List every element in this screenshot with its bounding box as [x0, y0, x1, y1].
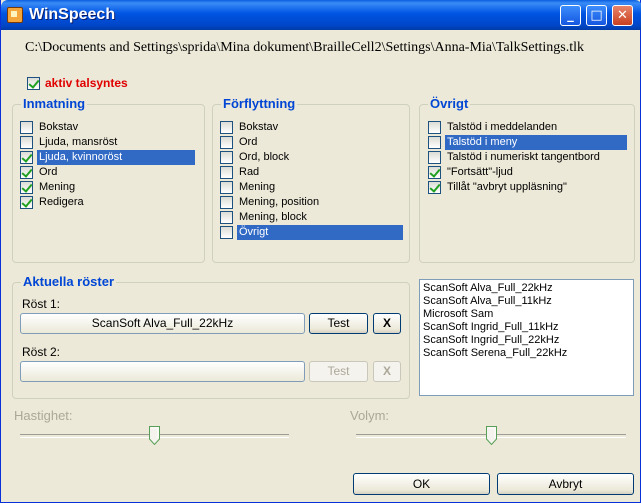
- option-label: Redigera: [39, 196, 84, 208]
- list-item[interactable]: ScanSoft Alva_Full_11kHz: [423, 295, 630, 308]
- checkbox[interactable]: [428, 121, 441, 134]
- forflyttning-mening-block-option[interactable]: Mening, block: [220, 210, 403, 225]
- cancel-button[interactable]: Avbryt: [497, 473, 634, 495]
- list-item[interactable]: ScanSoft Serena_Full_22kHz: [423, 347, 630, 360]
- aktiv-talsyntes-checkbox[interactable]: [27, 76, 40, 90]
- inmatning-ord-option[interactable]: Ord: [20, 165, 195, 180]
- checkbox[interactable]: [220, 211, 233, 224]
- voice1-field[interactable]: ScanSoft Alva_Full_22kHz: [20, 313, 305, 334]
- maximize-button[interactable]: □: [586, 5, 607, 26]
- speed-slider-thumb[interactable]: [149, 426, 160, 445]
- list-item[interactable]: ScanSoft Ingrid_Full_22kHz: [423, 334, 630, 347]
- checkbox[interactable]: [20, 166, 33, 179]
- checkbox[interactable]: [220, 151, 233, 164]
- ovrigt-talstod-meddelanden-option[interactable]: Talstöd i meddelanden: [428, 120, 627, 135]
- checkbox[interactable]: [220, 121, 233, 134]
- option-label: Rad: [239, 166, 260, 178]
- inmatning-redigera-option[interactable]: Redigera: [20, 195, 195, 210]
- checkbox[interactable]: [428, 166, 441, 179]
- checkbox[interactable]: [428, 181, 441, 194]
- option-label: Mening, block: [239, 211, 307, 223]
- ok-button[interactable]: OK: [353, 473, 490, 495]
- voice1-test-button[interactable]: Test: [309, 313, 368, 334]
- aktiv-talsyntes-checkbox-row[interactable]: aktiv talsyntes: [27, 76, 128, 90]
- option-label: Talstöd i meddelanden: [447, 121, 558, 133]
- inmatning-mening-option[interactable]: Mening: [20, 180, 195, 195]
- option-label: Bokstav: [39, 121, 79, 133]
- checkbox[interactable]: [20, 181, 33, 194]
- voice1-remove-button[interactable]: X: [373, 313, 401, 334]
- inmatning-ljuda-kvinnorost-option[interactable]: Ljuda, kvinnoröst: [20, 150, 195, 165]
- forflyttning-ovrigt-option[interactable]: Övrigt: [220, 225, 403, 240]
- option-label: Ord, block: [239, 151, 290, 163]
- inmatning-title: Inmatning: [21, 96, 88, 111]
- list-item[interactable]: Microsoft Sam: [423, 308, 630, 321]
- volume-slider-thumb[interactable]: [485, 426, 497, 445]
- option-label: "Fortsätt"-ljud: [447, 166, 513, 178]
- app-icon: [7, 7, 23, 23]
- ovrigt-avbryt-upplasning-option[interactable]: Tillåt "avbryt uppläsning": [428, 180, 627, 195]
- voices-title: Aktuella röster: [21, 274, 117, 289]
- checkbox[interactable]: [428, 136, 441, 149]
- forflyttning-rad-option[interactable]: Rad: [220, 165, 403, 180]
- checkbox[interactable]: [428, 151, 441, 164]
- option-label: Mening, position: [239, 196, 320, 208]
- speed-label: Hastighet:: [14, 408, 73, 423]
- option-label: Ljuda, kvinnoröst: [37, 150, 195, 165]
- checkbox[interactable]: [220, 196, 233, 209]
- forflyttning-mening-position-option[interactable]: Mening, position: [220, 195, 403, 210]
- option-label: Bokstav: [239, 121, 279, 133]
- voice2-field[interactable]: [20, 361, 305, 382]
- voice2-remove-button[interactable]: X: [373, 361, 401, 382]
- ovrigt-title: Övrigt: [428, 96, 471, 111]
- checkbox[interactable]: [220, 166, 233, 179]
- option-label: Ljuda, mansröst: [39, 136, 118, 148]
- voice2-label: Röst 2:: [22, 345, 61, 359]
- voice-listbox[interactable]: ScanSoft Alva_Full_22kHz ScanSoft Alva_F…: [419, 279, 634, 396]
- forflyttning-ord-block-option[interactable]: Ord, block: [220, 150, 403, 165]
- forflyttning-mening-option[interactable]: Mening: [220, 180, 403, 195]
- inmatning-ljuda-mansrost-option[interactable]: Ljuda, mansröst: [20, 135, 195, 150]
- checkbox[interactable]: [220, 181, 233, 194]
- voice2-test-button[interactable]: Test: [309, 361, 368, 382]
- close-button[interactable]: ✕: [612, 5, 633, 26]
- ovrigt-talstod-numeriskt-option[interactable]: Talstöd i numeriskt tangentbord: [428, 150, 627, 165]
- option-label: Övrigt: [237, 225, 403, 240]
- option-label: Mening: [39, 181, 76, 193]
- ovrigt-fortsatt-ljud-option[interactable]: "Fortsätt"-ljud: [428, 165, 627, 180]
- title-bar[interactable]: WinSpeech _ □ ✕: [1, 0, 641, 30]
- option-label: Ord: [39, 166, 58, 178]
- option-label: Mening: [239, 181, 276, 193]
- volume-label: Volym:: [350, 408, 390, 423]
- window-title: WinSpeech: [29, 6, 116, 23]
- checkbox[interactable]: [220, 136, 233, 149]
- checkbox[interactable]: [20, 121, 33, 134]
- aktiv-talsyntes-label: aktiv talsyntes: [45, 76, 128, 90]
- list-item[interactable]: ScanSoft Alva_Full_22kHz: [423, 282, 630, 295]
- minimize-button[interactable]: _: [560, 5, 581, 26]
- checkbox[interactable]: [20, 151, 33, 164]
- winspeech-window: WinSpeech _ □ ✕ C:\Documents and Setting…: [0, 0, 641, 503]
- option-label: Talstöd i numeriskt tangentbord: [447, 151, 600, 163]
- settings-file-path: C:\Documents and Settings\sprida\Mina do…: [25, 40, 584, 55]
- option-label: Talstöd i meny: [445, 135, 627, 150]
- forflyttning-title: Förflyttning: [221, 96, 298, 111]
- forflyttning-ord-option[interactable]: Ord: [220, 135, 403, 150]
- option-label: Ord: [239, 136, 258, 148]
- list-item[interactable]: ScanSoft Ingrid_Full_11kHz: [423, 321, 630, 334]
- checkbox[interactable]: [20, 136, 33, 149]
- inmatning-bokstav-option[interactable]: Bokstav: [20, 120, 195, 135]
- ovrigt-talstod-meny-option[interactable]: Talstöd i meny: [428, 135, 627, 150]
- checkbox[interactable]: [220, 226, 233, 239]
- checkbox[interactable]: [20, 196, 33, 209]
- voice1-label: Röst 1:: [22, 297, 61, 311]
- forflyttning-bokstav-option[interactable]: Bokstav: [220, 120, 403, 135]
- option-label: Tillåt "avbryt uppläsning": [447, 181, 567, 193]
